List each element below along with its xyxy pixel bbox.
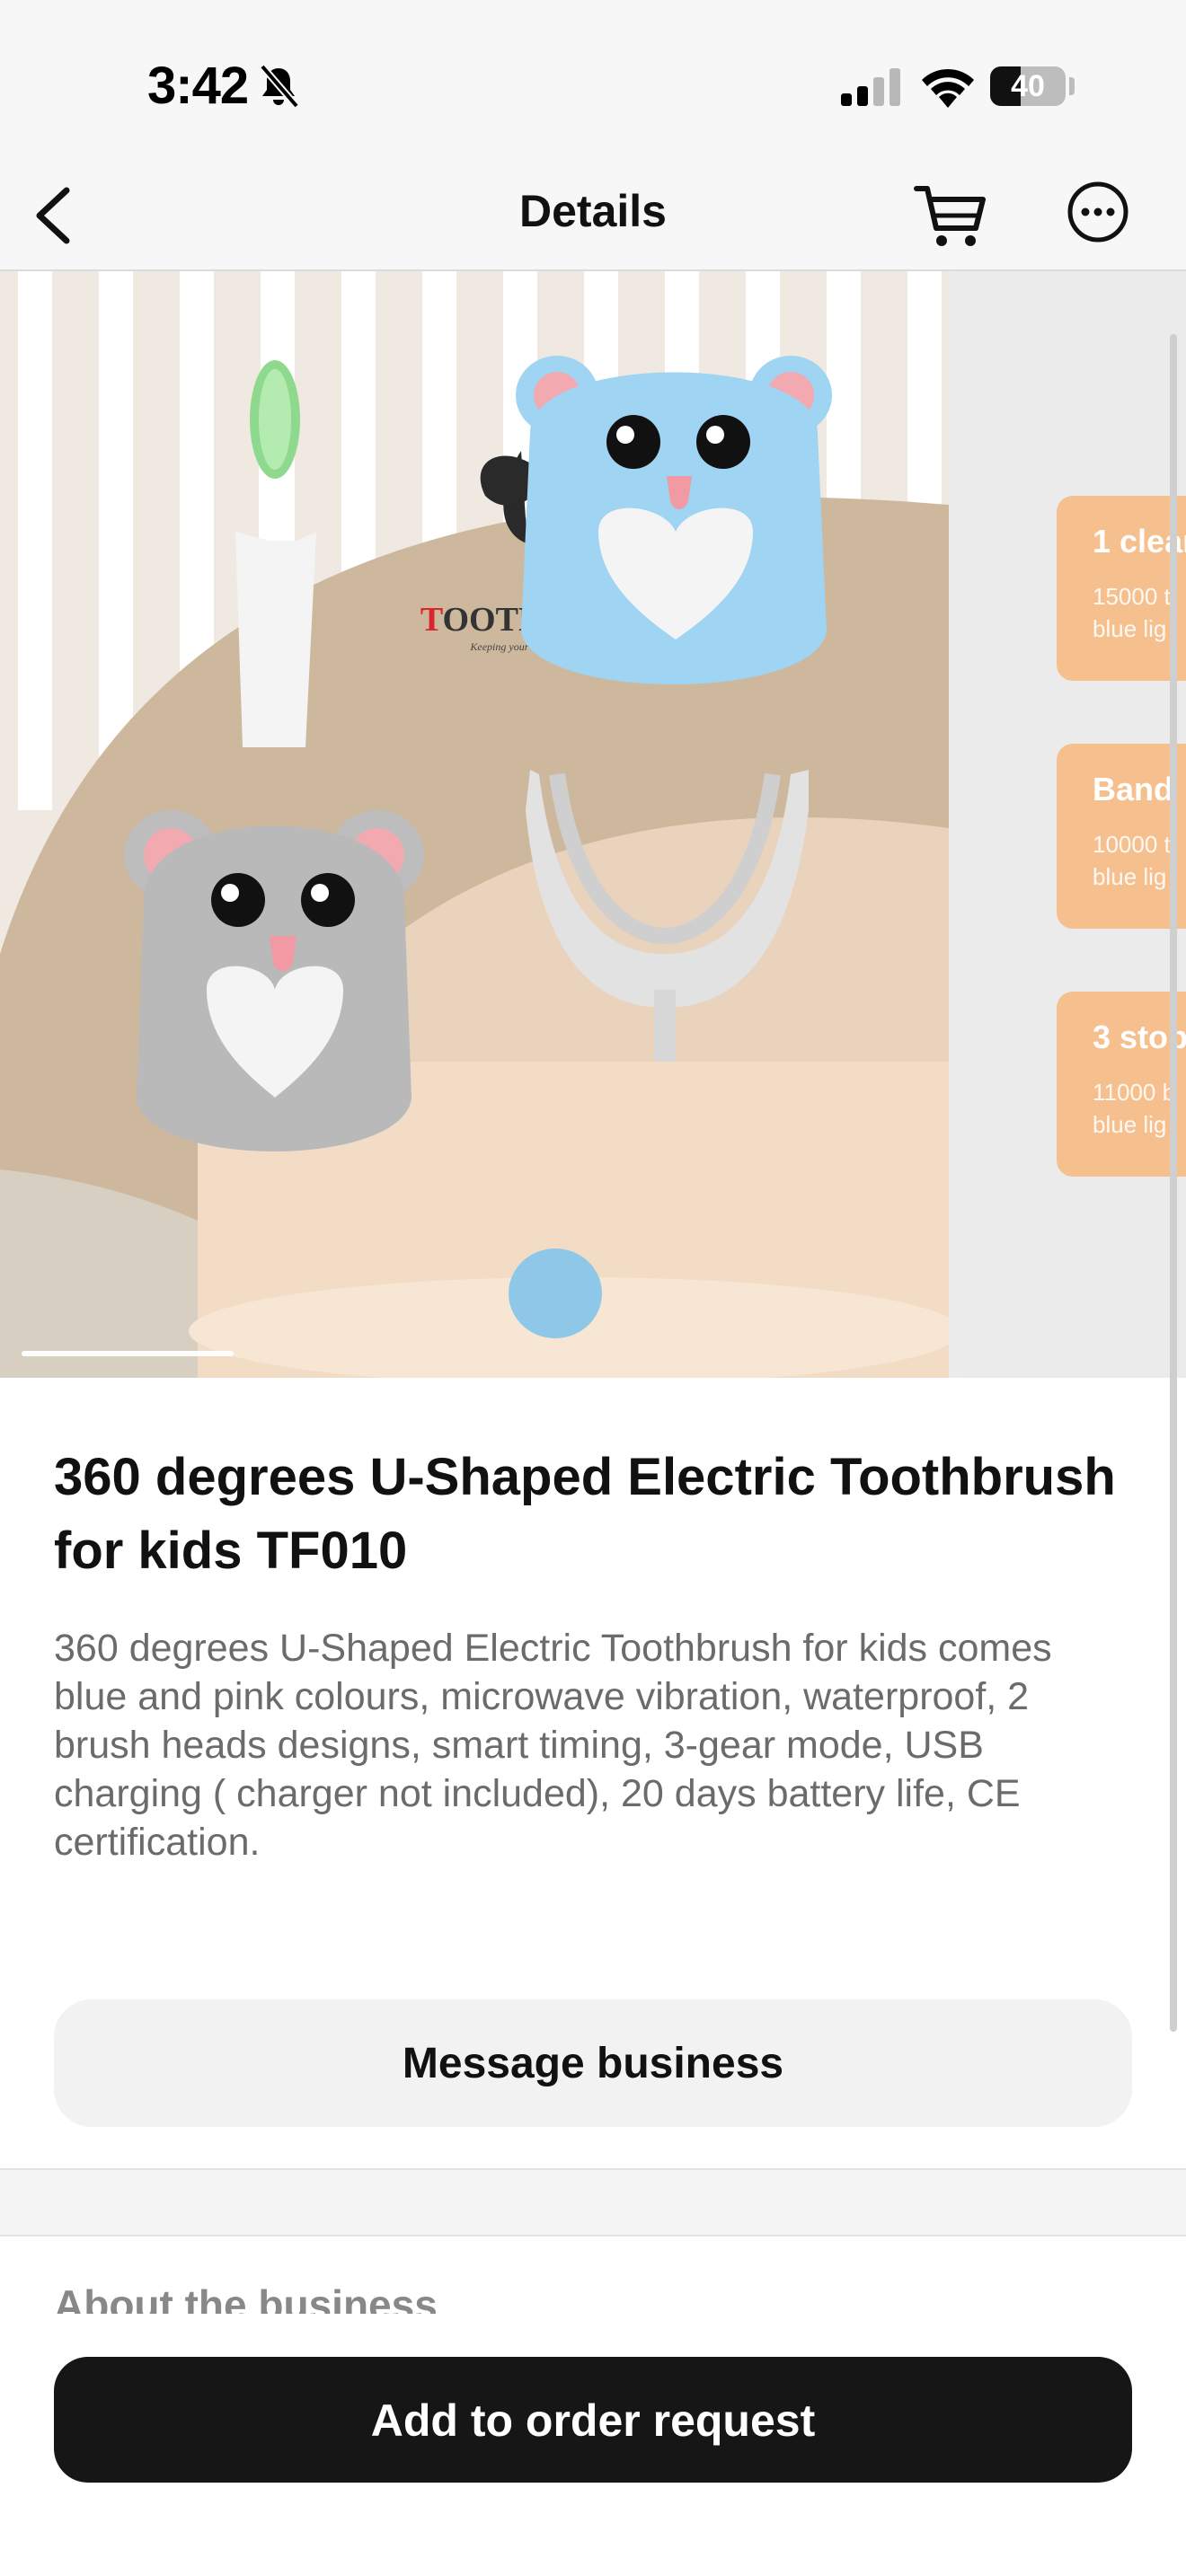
product-image[interactable]: TOOTH FAIRY Keeping your Teeth Shiny: [0, 271, 949, 1378]
feature-desc-line: blue lig: [1093, 863, 1167, 890]
status-bar: 3:42 40: [0, 0, 1186, 162]
battery-level: 40: [1011, 69, 1045, 103]
feature-desc: 15000 t blue lig: [1093, 580, 1171, 645]
next-slide-preview[interactable]: 1 clean 15000 t blue lig Band 10000 t bl…: [960, 271, 1186, 1378]
scrollbar[interactable]: [1170, 334, 1177, 2032]
nav-bar: Details: [0, 162, 1186, 271]
add-to-order-request-button[interactable]: Add to order request: [54, 2357, 1132, 2483]
feature-desc-line: blue lig: [1093, 615, 1167, 642]
bell-off-icon: [259, 64, 300, 109]
feature-desc-line: 11000 b: [1093, 1079, 1176, 1106]
shopping-cart-icon[interactable]: [911, 176, 988, 253]
cellular-signal-icon: [841, 68, 900, 106]
feature-desc-line: 10000 t: [1093, 831, 1171, 858]
feature-desc: 11000 b blue lig: [1093, 1076, 1175, 1141]
carousel-page-indicator: [22, 1351, 234, 1356]
page-title: Details: [519, 186, 667, 236]
section-divider: [0, 2168, 1186, 2236]
feature-desc: 10000 t blue lig: [1093, 828, 1171, 893]
product-description: 360 degrees U-Shaped Electric Toothbrush…: [54, 1627, 1052, 1864]
feature-desc-line: 15000 t: [1093, 583, 1171, 610]
wifi-icon: [922, 68, 974, 108]
about-business-heading: About the business: [54, 2281, 438, 2314]
feature-card: Band 10000 t blue lig: [1057, 744, 1186, 929]
product-title: 360 degrees U-Shaped Electric Toothbrush…: [54, 1448, 1116, 1580]
feature-card: 1 clean 15000 t blue lig: [1057, 496, 1186, 681]
product-image-carousel[interactable]: TOOTH FAIRY Keeping your Teeth Shiny: [0, 271, 1186, 1378]
feature-card: 3 stop 11000 b blue lig: [1057, 992, 1186, 1177]
battery-icon: 40: [990, 66, 1066, 106]
battery-cap: [1069, 77, 1075, 95]
feature-title: Band: [1093, 771, 1173, 807]
message-business-button[interactable]: Message business: [54, 1999, 1132, 2127]
feature-desc-line: blue lig: [1093, 1111, 1167, 1138]
status-time: 3:42: [147, 57, 249, 115]
more-options-icon[interactable]: [1066, 180, 1130, 244]
